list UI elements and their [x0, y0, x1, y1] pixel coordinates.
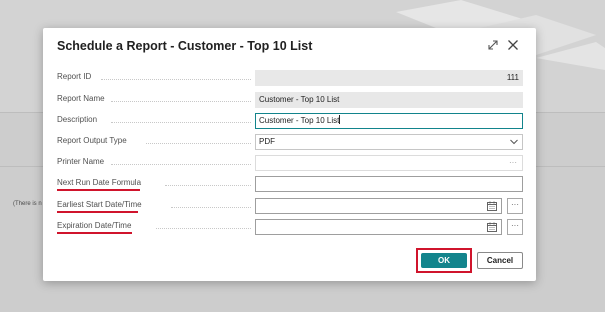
schedule-report-dialog: Schedule a Report - Customer - Top 10 Li… — [43, 28, 536, 281]
next-run-date-formula-input[interactable] — [255, 176, 523, 192]
description-value: Customer - Top 10 List — [259, 116, 340, 125]
printer-name-input[interactable]: ··· — [255, 155, 523, 171]
earliest-start-more-button[interactable]: ··· — [507, 198, 523, 214]
label-leader — [111, 101, 251, 102]
red-underline-annotation — [57, 189, 140, 191]
earliest-start-input[interactable] — [255, 198, 502, 214]
label-leader — [165, 185, 251, 186]
row-report-id: Report ID 111 — [57, 70, 523, 86]
text-caret — [339, 115, 341, 124]
background-note: (There is n — [13, 201, 42, 207]
expiration-more-button[interactable]: ··· — [507, 219, 523, 235]
report-id-label: Report ID — [57, 72, 92, 81]
calendar-icon[interactable] — [487, 201, 497, 211]
chevron-down-icon — [510, 139, 518, 145]
description-label: Description — [57, 115, 98, 124]
description-input[interactable]: Customer - Top 10 List — [255, 113, 523, 129]
expiration-input[interactable] — [255, 219, 502, 235]
report-name-value: Customer - Top 10 List — [255, 92, 523, 108]
label-leader — [111, 122, 251, 123]
label-leader — [101, 79, 251, 80]
expiration-label: Expiration Date/Time — [57, 221, 132, 230]
close-icon[interactable] — [506, 38, 520, 52]
report-name-label: Report Name — [57, 94, 105, 103]
report-output-type-select[interactable]: PDF — [255, 134, 523, 150]
label-leader — [111, 164, 251, 165]
red-underline-annotation — [57, 232, 132, 234]
row-expiration: Expiration Date/Time ··· — [57, 219, 523, 235]
red-underline-annotation — [57, 211, 138, 213]
dialog-title: Schedule a Report - Customer - Top 10 Li… — [57, 39, 313, 53]
expand-icon[interactable] — [486, 38, 500, 52]
label-leader — [156, 228, 251, 229]
report-output-type-value: PDF — [259, 137, 275, 146]
row-printer-name: Printer Name ··· — [57, 155, 523, 171]
row-report-output-type: Report Output Type PDF — [57, 134, 523, 150]
row-next-run-date-formula: Next Run Date Formula — [57, 176, 523, 192]
label-leader — [146, 143, 251, 144]
cancel-button[interactable]: Cancel — [477, 252, 523, 269]
next-run-date-formula-label: Next Run Date Formula — [57, 178, 142, 187]
report-output-type-label: Report Output Type — [57, 136, 127, 145]
printer-name-label: Printer Name — [57, 157, 105, 166]
printer-lookup-button[interactable]: ··· — [509, 156, 517, 170]
row-report-name: Report Name Customer - Top 10 List — [57, 92, 523, 108]
earliest-start-label: Earliest Start Date/Time — [57, 200, 142, 209]
ok-highlight-box: OK — [416, 248, 472, 273]
label-leader — [171, 207, 251, 208]
row-earliest-start: Earliest Start Date/Time ··· — [57, 198, 523, 214]
report-id-value: 111 — [255, 70, 523, 86]
calendar-icon[interactable] — [487, 222, 497, 232]
row-description: Description Customer - Top 10 List — [57, 113, 523, 129]
ok-button[interactable]: OK — [421, 253, 467, 268]
